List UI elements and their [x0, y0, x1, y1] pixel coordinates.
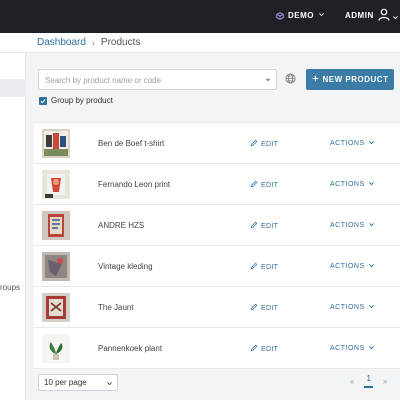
previous-page-button[interactable]: «	[350, 377, 354, 386]
actions-dropdown[interactable]: ACTIONS	[330, 262, 375, 271]
edit-button[interactable]: EDIT	[250, 221, 278, 231]
page-number-current[interactable]: 1	[364, 374, 373, 388]
top-navbar: DEMO ADMIN	[0, 0, 400, 33]
actions-label: ACTIONS	[330, 140, 365, 147]
sidebar-item-selected[interactable]	[0, 79, 26, 97]
edit-button[interactable]: EDIT	[250, 262, 278, 272]
chevron-down-icon	[368, 180, 375, 189]
actions-dropdown[interactable]: ACTIONS	[330, 303, 375, 312]
actions-label: ACTIONS	[330, 181, 365, 188]
search-input[interactable]	[39, 71, 259, 90]
table-row[interactable]: Fernando Leon print EDIT ACTIONS	[34, 164, 400, 205]
chevron-down-icon	[392, 8, 399, 26]
new-product-label: NEW PRODUCT	[322, 75, 389, 84]
plus-icon	[312, 75, 319, 84]
edit-button[interactable]: EDIT	[250, 344, 278, 354]
actions-dropdown[interactable]: ACTIONS	[330, 139, 375, 148]
table-row[interactable]: Pannenkoek plant EDIT ACTIONS	[34, 328, 400, 369]
pencil-icon	[250, 180, 258, 190]
per-page-select[interactable]: 10 per page	[38, 374, 118, 391]
new-product-button[interactable]: NEW PRODUCT	[306, 69, 394, 90]
product-thumbnail	[42, 252, 70, 281]
pencil-icon	[250, 221, 258, 231]
pencil-icon	[250, 303, 258, 313]
edit-label: EDIT	[261, 304, 279, 312]
chevron-down-icon	[368, 303, 375, 312]
product-thumbnail	[42, 211, 70, 240]
chevron-down-icon	[368, 262, 375, 271]
breadcrumb: Dashboard › Products	[37, 37, 140, 48]
edit-button[interactable]: EDIT	[250, 180, 278, 190]
pencil-icon	[250, 262, 258, 272]
user-menu-button[interactable]	[378, 8, 399, 26]
edit-label: EDIT	[261, 140, 279, 148]
product-thumbnail	[42, 170, 70, 199]
user-name[interactable]: ADMIN	[345, 11, 374, 20]
table-row[interactable]: Vintage kleding EDIT ACTIONS	[34, 246, 400, 287]
product-name[interactable]: Pannenkoek plant	[98, 344, 162, 353]
edit-button[interactable]: EDIT	[250, 139, 278, 149]
product-name[interactable]: ANDRE HZS	[98, 221, 144, 230]
per-page-value: 10 per page	[44, 378, 87, 387]
product-thumbnail	[42, 334, 70, 363]
breadcrumb-separator: ›	[91, 37, 95, 48]
actions-label: ACTIONS	[330, 263, 365, 270]
edit-label: EDIT	[261, 181, 279, 189]
pagination: « 1 »	[350, 374, 387, 388]
product-table: Ben de Boef t-shirt EDIT ACTIONS Fernand…	[34, 122, 400, 369]
pencil-icon	[250, 139, 258, 149]
breadcrumb-current: Products	[100, 37, 141, 48]
product-search[interactable]	[38, 69, 277, 90]
edit-label: EDIT	[261, 345, 279, 353]
product-name[interactable]: Ben de Boef t-shirt	[98, 139, 164, 148]
globe-icon[interactable]	[285, 73, 296, 84]
product-thumbnail	[42, 129, 70, 158]
product-name[interactable]: Vintage kleding	[98, 262, 153, 271]
checkbox-checked-icon[interactable]	[39, 96, 47, 105]
actions-dropdown[interactable]: ACTIONS	[330, 221, 375, 230]
group-by-product-checkbox[interactable]: Group by product	[39, 96, 113, 105]
product-thumbnail	[42, 293, 70, 322]
edit-label: EDIT	[261, 263, 279, 271]
actions-label: ACTIONS	[330, 345, 365, 352]
product-name[interactable]: The Jaunt	[98, 303, 134, 312]
workspace-label: DEMO	[288, 11, 314, 20]
table-row[interactable]: The Jaunt EDIT ACTIONS	[34, 287, 400, 328]
workspace-switcher[interactable]: DEMO	[276, 11, 325, 20]
cube-icon	[276, 11, 284, 20]
product-name[interactable]: Fernando Leon print	[98, 180, 170, 189]
chevron-down-icon	[368, 344, 375, 353]
edit-label: EDIT	[261, 222, 279, 230]
table-row[interactable]: Ben de Boef t-shirt EDIT ACTIONS	[34, 123, 400, 164]
user-icon	[378, 8, 390, 26]
chevron-down-icon	[368, 139, 375, 148]
chevron-down-icon	[368, 221, 375, 230]
caret-down-icon[interactable]	[264, 76, 272, 84]
actions-dropdown[interactable]: ACTIONS	[330, 180, 375, 189]
chevron-down-icon	[318, 11, 325, 20]
sidebar-item-groups[interactable]: roups	[0, 283, 20, 292]
next-page-button[interactable]: »	[383, 377, 387, 386]
actions-label: ACTIONS	[330, 222, 365, 229]
breadcrumb-dashboard-link[interactable]: Dashboard	[37, 37, 86, 48]
table-row[interactable]: ANDRE HZS EDIT ACTIONS	[34, 205, 400, 246]
actions-label: ACTIONS	[330, 304, 365, 311]
chevron-down-icon	[106, 380, 113, 387]
pencil-icon	[250, 344, 258, 354]
sidebar: roups	[0, 53, 26, 400]
group-by-label: Group by product	[51, 96, 113, 105]
actions-dropdown[interactable]: ACTIONS	[330, 344, 375, 353]
edit-button[interactable]: EDIT	[250, 303, 278, 313]
